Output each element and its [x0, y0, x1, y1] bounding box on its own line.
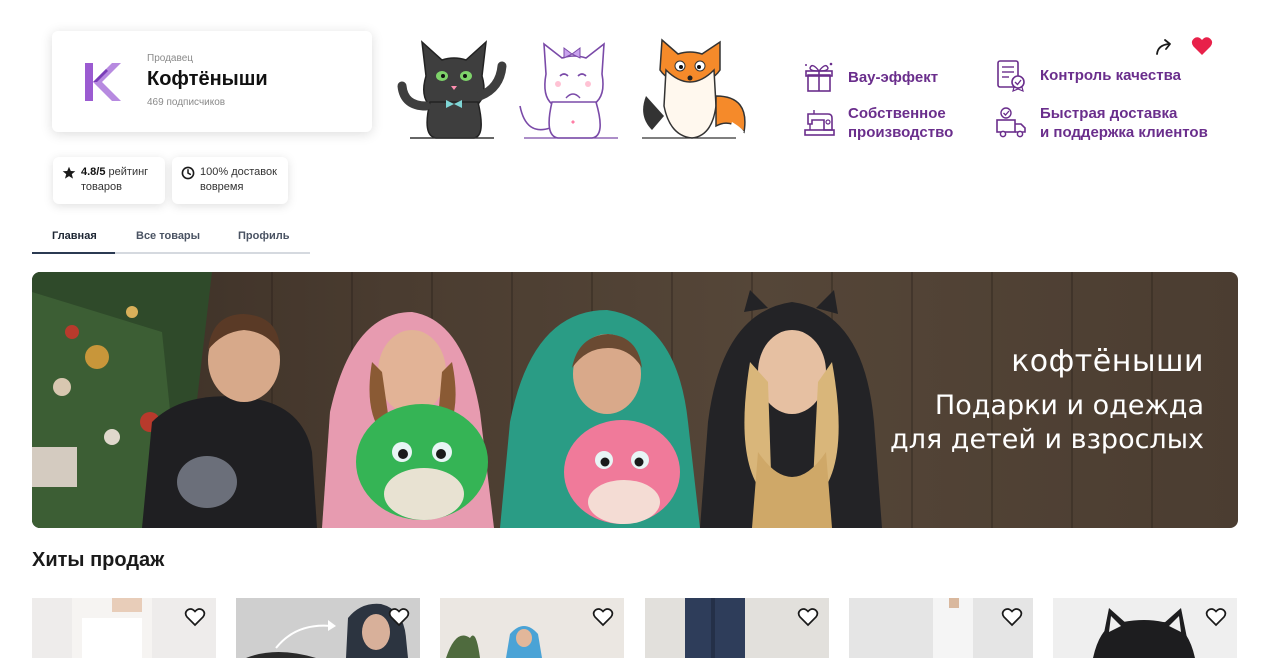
feature-fast-delivery: Быстрая доставка и поддержка клиентов — [994, 104, 1208, 142]
rating-text: рейтинг — [108, 166, 149, 178]
product-card[interactable] — [1053, 598, 1237, 658]
banner-headline-line1: Подарки и одежда — [934, 390, 1204, 421]
share-icon[interactable] — [1154, 37, 1174, 57]
sewing-machine-icon — [804, 110, 835, 136]
star-icon — [62, 166, 76, 179]
feature-wow-effect: Вау-эффект — [802, 60, 938, 94]
quality-certificate-icon — [997, 60, 1025, 92]
delivery-chip: 100% доставок вовремя — [172, 157, 288, 204]
rating-value: 4.8/5 — [81, 166, 106, 178]
feature-label: Быстрая доставка и поддержка клиентов — [1040, 105, 1208, 141]
product-card[interactable] — [32, 598, 216, 658]
feature-label: Собственное производство — [848, 105, 954, 141]
product-card[interactable] — [236, 598, 420, 658]
seller-role-label: Продавец — [147, 53, 193, 64]
gift-icon — [805, 62, 833, 92]
tab-profile[interactable]: Профиль — [238, 230, 289, 242]
seller-logo — [85, 63, 121, 101]
product-card[interactable] — [645, 598, 829, 658]
favorite-heart-outline-icon[interactable] — [388, 607, 410, 627]
tab-main[interactable]: Главная — [52, 230, 97, 242]
feature-label: Вау-эффект — [848, 68, 939, 86]
seller-subscribers: 469 подписчиков — [147, 97, 226, 108]
promo-banner[interactable]: кофтёныши Подарки и одежда для детей и в… — [32, 272, 1238, 528]
black-cat-mascot — [397, 40, 507, 139]
seller-name[interactable]: Кофтёныши — [147, 68, 268, 91]
rating-line2: товаров — [81, 181, 122, 193]
clock-icon — [181, 166, 195, 180]
favorite-heart-outline-icon[interactable] — [1205, 607, 1227, 627]
tab-all-products[interactable]: Все товары — [136, 230, 200, 242]
banner-headline-line2: для детей и взрослых — [890, 424, 1204, 455]
product-card[interactable] — [440, 598, 624, 658]
feature-own-production: Собственное производство — [802, 104, 953, 142]
favorite-heart-icon[interactable] — [1191, 36, 1213, 56]
rating-chip: 4.8/5 рейтинг товаров — [53, 157, 165, 204]
delivery-line2: вовремя — [200, 181, 244, 193]
banner-brand: кофтёныши — [1011, 344, 1204, 379]
feature-label: Контроль качества — [1040, 66, 1181, 84]
delivery-text: 100% доставок — [200, 166, 277, 178]
feature-quality-control: Контроль качества — [994, 58, 1181, 92]
delivery-truck-icon — [996, 107, 1026, 138]
section-title: Хиты продаж — [32, 549, 165, 571]
seller-tabs: Главная Все товары Профиль — [32, 225, 310, 254]
active-tab-indicator — [32, 252, 115, 254]
fox-mascot — [642, 38, 746, 139]
favorite-heart-outline-icon[interactable] — [592, 607, 614, 627]
favorite-heart-outline-icon[interactable] — [1001, 607, 1023, 627]
favorite-heart-outline-icon[interactable] — [797, 607, 819, 627]
seller-card[interactable]: Продавец Кофтёныши 469 подписчиков — [52, 31, 372, 132]
white-cat-mascot — [519, 42, 618, 139]
product-card[interactable] — [849, 598, 1033, 658]
favorite-heart-outline-icon[interactable] — [184, 607, 206, 627]
